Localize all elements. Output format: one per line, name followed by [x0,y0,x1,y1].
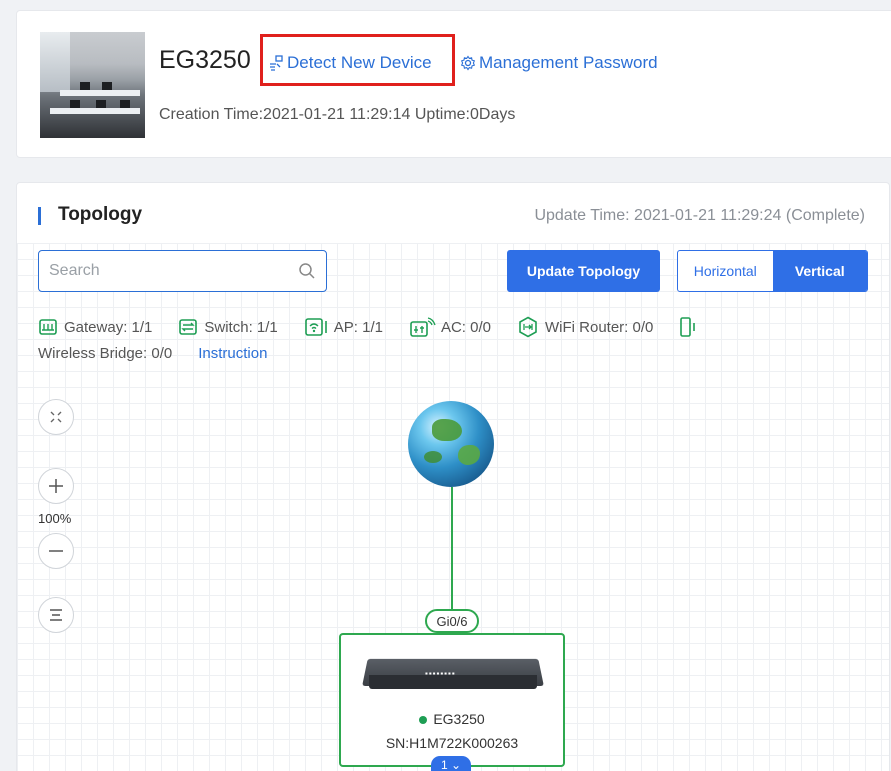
minus-icon [49,550,63,552]
node-serial-number: SN:H1M722K000263 [385,735,519,751]
horizontal-view-button[interactable]: Horizontal [678,251,773,291]
gateway-node[interactable]: ▪▪▪▪▪▪▪▪ EG3250 SN:H1M722K000263 [339,633,565,767]
update-time-text: Update Time: 2021-01-21 11:29:24 (Comple… [534,207,865,224]
device-legend: Gateway: 1/1 Switch: 1/1 AP: 1/1 AC: 0/0… [38,316,699,338]
gear-icon [460,55,476,71]
instruction-link[interactable]: Instruction [198,345,267,362]
fit-screen-button[interactable] [38,399,74,435]
zoom-in-button[interactable] [38,468,74,504]
wifi-router-icon [519,316,537,338]
legend-ac: AC: 0/0 [409,316,491,338]
node-name: EG3250 [433,711,485,727]
device-name: EG3250 [159,46,251,74]
internet-globe-icon[interactable] [408,401,494,487]
topology-card: Topology Update Time: 2021-01-21 11:29:2… [16,182,890,771]
legend-wifi-router: WiFi Router: 0/0 [517,316,653,338]
port-label: Gi0/6 [425,609,479,633]
legend-switch: Switch: 1/1 [178,317,278,337]
zoom-level: 100% [38,511,72,526]
ac-icon [410,317,436,337]
legend-wireless-bridge-label: Wireless Bridge: 0/0 [38,345,173,362]
wireless-bridge-icon [680,317,696,337]
legend-wifi-router-label: WiFi Router: 0/0 [545,318,654,336]
child-count-badge[interactable]: 1 ⌄ [431,756,471,771]
child-count: 1 [440,758,448,771]
list-icon [50,609,62,621]
online-status-dot [419,716,428,725]
detect-new-device-label: Detect New Device [287,53,432,72]
plus-icon [49,479,63,493]
legend-ap-label: AP: 1/1 [333,318,383,336]
legend-switch-label: Switch: 1/1 [204,318,278,336]
management-password-label: Management Password [479,53,658,72]
chevron-down-icon: ⌄ [450,758,462,771]
device-legend-row2: Wireless Bridge: 0/0 Instruction [38,345,267,362]
legend-gateway: Gateway: 1/1 [38,317,152,337]
creation-uptime-text: Creation Time:2021-01-21 11:29:14 Uptime… [159,106,516,123]
legend-gateway-label: Gateway: 1/1 [64,318,153,336]
zoom-out-button[interactable] [38,533,74,569]
gateway-icon [39,319,57,335]
detect-new-device-link[interactable]: Detect New Device [268,53,432,73]
device-header-card: EG3250 Detect New Device Management Pass… [16,10,891,158]
legend-ap: AP: 1/1 [304,317,383,337]
topology-title: Topology [58,204,143,225]
device-location-photo [40,32,145,138]
router-ports: ▪▪▪▪▪▪▪▪ [425,669,456,678]
expand-icon [50,411,62,423]
menu-button[interactable] [38,597,74,633]
ap-icon [304,318,327,336]
node-status: EG3250 [341,711,563,727]
vertical-view-button[interactable]: Vertical [772,251,867,291]
search-icon[interactable] [298,262,316,280]
update-topology-button[interactable]: Update Topology [507,250,660,292]
search-field[interactable] [38,250,327,292]
search-input[interactable] [49,262,298,280]
uplink-line [451,487,453,611]
title-accent-bar [38,207,41,225]
detect-device-icon [270,55,283,71]
legend-ac-label: AC: 0/0 [440,318,491,336]
view-toggle: Horizontal Vertical [677,250,868,292]
management-password-link[interactable]: Management Password [460,53,658,73]
switch-icon [179,319,198,335]
